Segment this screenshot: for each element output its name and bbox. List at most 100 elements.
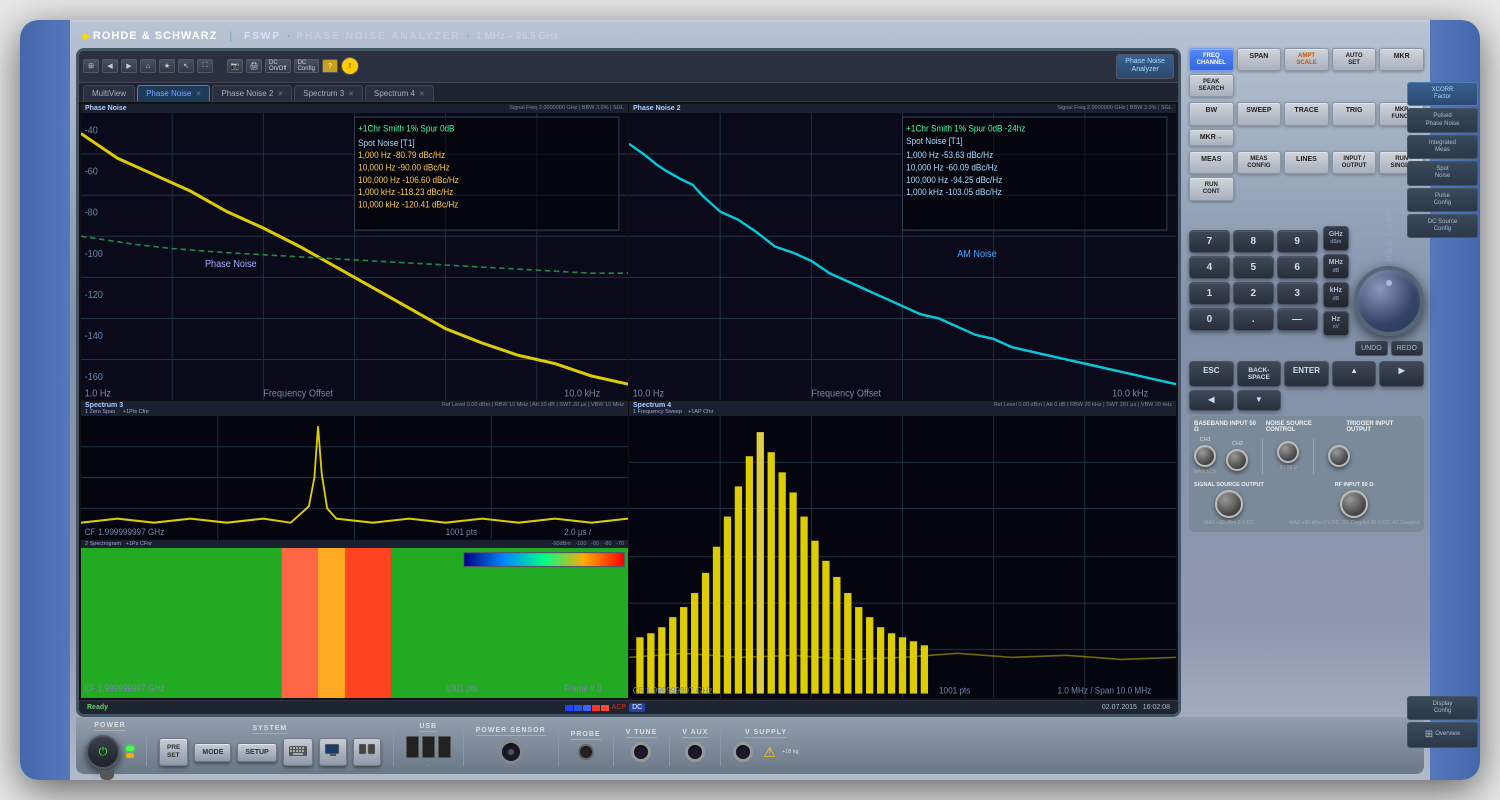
trigger-port[interactable] bbox=[1328, 445, 1350, 467]
key-3[interactable]: 3 bbox=[1277, 282, 1318, 305]
mode-btn[interactable]: MODE bbox=[194, 743, 231, 762]
undo-btn[interactable]: UNDO bbox=[1355, 341, 1388, 356]
sweep-btn[interactable]: SWEEP bbox=[1237, 102, 1282, 125]
pn1-params: Signal Freq 2.0000000 GHz | BBW 3.0% | S… bbox=[509, 105, 624, 112]
svg-text:1.0 MHz / Span 10.0 MHz: 1.0 MHz / Span 10.0 MHz bbox=[1057, 686, 1151, 696]
phase-noise-analyzer-btn[interactable]: Phase NoiseAnalyzer bbox=[1116, 54, 1174, 79]
span-btn[interactable]: SPAN bbox=[1237, 48, 1282, 71]
rf-input-port[interactable] bbox=[1340, 490, 1368, 518]
usb-port-1[interactable] bbox=[406, 736, 419, 758]
peak-search-btn[interactable]: PEAKSEARCH bbox=[1189, 74, 1234, 97]
svg-text:10,000 Hz -60.09 dBc/Hz: 10,000 Hz -60.09 dBc/Hz bbox=[906, 162, 998, 173]
key-5[interactable]: 5 bbox=[1233, 256, 1274, 279]
svg-text:+1Chr Smith 1% Spur 0dB: +1Chr Smith 1% Spur 0dB bbox=[358, 123, 455, 134]
svg-text:CF 1.999999997 GHz: CF 1.999999997 GHz bbox=[85, 682, 165, 693]
mkr-arrow-btn[interactable]: MKR→ bbox=[1189, 129, 1234, 147]
esc-btn[interactable]: ESC bbox=[1189, 361, 1234, 387]
vtune-group: V TUNE bbox=[626, 729, 658, 762]
camera-icon[interactable]: 📷 bbox=[227, 59, 243, 73]
setup-btn[interactable]: SETUP bbox=[237, 743, 276, 762]
lines-btn[interactable]: LINES bbox=[1284, 151, 1329, 174]
redo-btn[interactable]: REDO bbox=[1391, 341, 1423, 356]
enter-btn[interactable]: ENTER bbox=[1284, 361, 1329, 387]
svg-text:10,000 kHz -120.41 dBc/Hz: 10,000 kHz -120.41 dBc/Hz bbox=[358, 199, 458, 210]
left-arrow-btn[interactable]: ◀ bbox=[1189, 390, 1234, 411]
vsupply-port[interactable] bbox=[733, 742, 753, 762]
key-dot[interactable]: . bbox=[1233, 308, 1274, 331]
split-icon[interactable] bbox=[353, 738, 381, 766]
tab-multiview[interactable]: MultiView bbox=[83, 85, 135, 101]
alert-icon[interactable]: ! bbox=[341, 57, 359, 75]
mkr-btn[interactable]: MKR bbox=[1379, 48, 1424, 71]
meas-config-btn[interactable]: MEASCONFIG bbox=[1237, 151, 1282, 174]
home-icon[interactable]: ⌂ bbox=[140, 59, 156, 73]
preset-btn[interactable]: PRESET bbox=[159, 738, 188, 766]
trig-btn[interactable]: TRIG bbox=[1332, 102, 1377, 125]
key-1[interactable]: 1 bbox=[1189, 282, 1230, 305]
svg-text:Phase Noise: Phase Noise bbox=[205, 258, 257, 270]
signal-source-port[interactable] bbox=[1215, 490, 1243, 518]
power-sensor-port[interactable] bbox=[499, 740, 523, 764]
freq-range: 1 MHz – 26.5 GHz bbox=[476, 31, 558, 42]
svg-text:-120: -120 bbox=[85, 289, 104, 301]
star-icon[interactable]: ★ bbox=[159, 59, 175, 73]
forward-icon[interactable]: ▶ bbox=[121, 59, 137, 73]
back-icon[interactable]: ◀ bbox=[102, 59, 118, 73]
meas-btn[interactable]: MEAS bbox=[1189, 151, 1234, 174]
dc-icon[interactable]: DCOn/Off bbox=[265, 59, 291, 73]
keyboard-icon[interactable] bbox=[283, 738, 313, 766]
svg-text:1001 pts: 1001 pts bbox=[446, 682, 478, 693]
status-ready: Ready bbox=[87, 704, 108, 711]
print-icon[interactable]: 🖨 bbox=[246, 59, 262, 73]
backspace-btn[interactable]: BACK-SPACE bbox=[1237, 361, 1282, 387]
key-2[interactable]: 2 bbox=[1233, 282, 1274, 305]
key-6[interactable]: 6 bbox=[1277, 256, 1318, 279]
tab-phasenoise2[interactable]: Phase Noise 2✕ bbox=[212, 85, 292, 101]
trace-btn[interactable]: TRACE bbox=[1284, 102, 1329, 125]
run-cont-btn[interactable]: RUNCONT bbox=[1189, 177, 1234, 200]
display-icon[interactable] bbox=[319, 738, 347, 766]
vaux-port[interactable] bbox=[685, 742, 705, 762]
warning-icon: ⚠ bbox=[763, 744, 776, 761]
tab-spectrum4[interactable]: Spectrum 4✕ bbox=[365, 85, 434, 101]
probe-port[interactable] bbox=[578, 744, 594, 760]
dc-config-icon[interactable]: DCConfig bbox=[294, 59, 319, 73]
key-hz[interactable]: HznV bbox=[1323, 311, 1349, 336]
input-output-btn[interactable]: INPUT /OUTPUT bbox=[1332, 151, 1377, 174]
usb-port-2[interactable] bbox=[422, 736, 435, 758]
auto-set-btn[interactable]: AUTOSET bbox=[1332, 48, 1377, 71]
key-minus[interactable]: — bbox=[1277, 308, 1318, 331]
cursor-icon[interactable]: ↖ bbox=[178, 59, 194, 73]
ch2-port[interactable] bbox=[1226, 449, 1248, 471]
status-led bbox=[126, 753, 134, 758]
up-arrow-btn[interactable]: ▲ bbox=[1332, 361, 1377, 387]
freq-channel-btn[interactable]: FREQCHANNEL bbox=[1189, 48, 1234, 71]
pn1-title: Phase Noise bbox=[85, 105, 127, 112]
ampt-scale-btn[interactable]: AMPTSCALE bbox=[1284, 48, 1329, 71]
down-arrow-btn[interactable]: ▼ bbox=[1237, 390, 1282, 411]
key-4[interactable]: 4 bbox=[1189, 256, 1230, 279]
rotary-knob[interactable] bbox=[1354, 266, 1424, 336]
key-8[interactable]: 8 bbox=[1233, 230, 1274, 253]
key-9[interactable]: 9 bbox=[1277, 230, 1318, 253]
help-icon[interactable]: ? bbox=[322, 59, 338, 73]
vtune-port[interactable] bbox=[631, 742, 651, 762]
windows-icon[interactable]: ⊞ bbox=[83, 59, 99, 73]
usb-port-3[interactable] bbox=[438, 736, 451, 758]
key-0[interactable]: 0 bbox=[1189, 308, 1230, 331]
ch1-port[interactable] bbox=[1194, 445, 1216, 467]
key-ghz[interactable]: GHzdBm bbox=[1323, 226, 1349, 251]
power-button[interactable]: ⏻ bbox=[86, 735, 120, 769]
svg-text:Frequency Offset: Frequency Offset bbox=[811, 388, 881, 400]
resize-icon[interactable]: ⛶ bbox=[197, 59, 213, 73]
tab-spectrum3[interactable]: Spectrum 3✕ bbox=[294, 85, 363, 101]
key-khz[interactable]: kHzdB bbox=[1323, 282, 1349, 307]
key-mhz[interactable]: MHzdB bbox=[1323, 254, 1349, 279]
bw-btn[interactable]: BW bbox=[1189, 102, 1234, 125]
key-7[interactable]: 7 bbox=[1189, 230, 1230, 253]
svg-text:CF 1.999999997 GHz: CF 1.999999997 GHz bbox=[85, 527, 165, 538]
brand-row: ◆ ROHDE & SCHWARZ | FSWP · PHASE NOISE A… bbox=[76, 28, 1424, 44]
right-arrow-btn[interactable]: ▶ bbox=[1379, 361, 1424, 387]
tab-phasenoise[interactable]: Phase Noise✕ bbox=[137, 85, 210, 101]
noise-source-port[interactable] bbox=[1277, 441, 1299, 463]
